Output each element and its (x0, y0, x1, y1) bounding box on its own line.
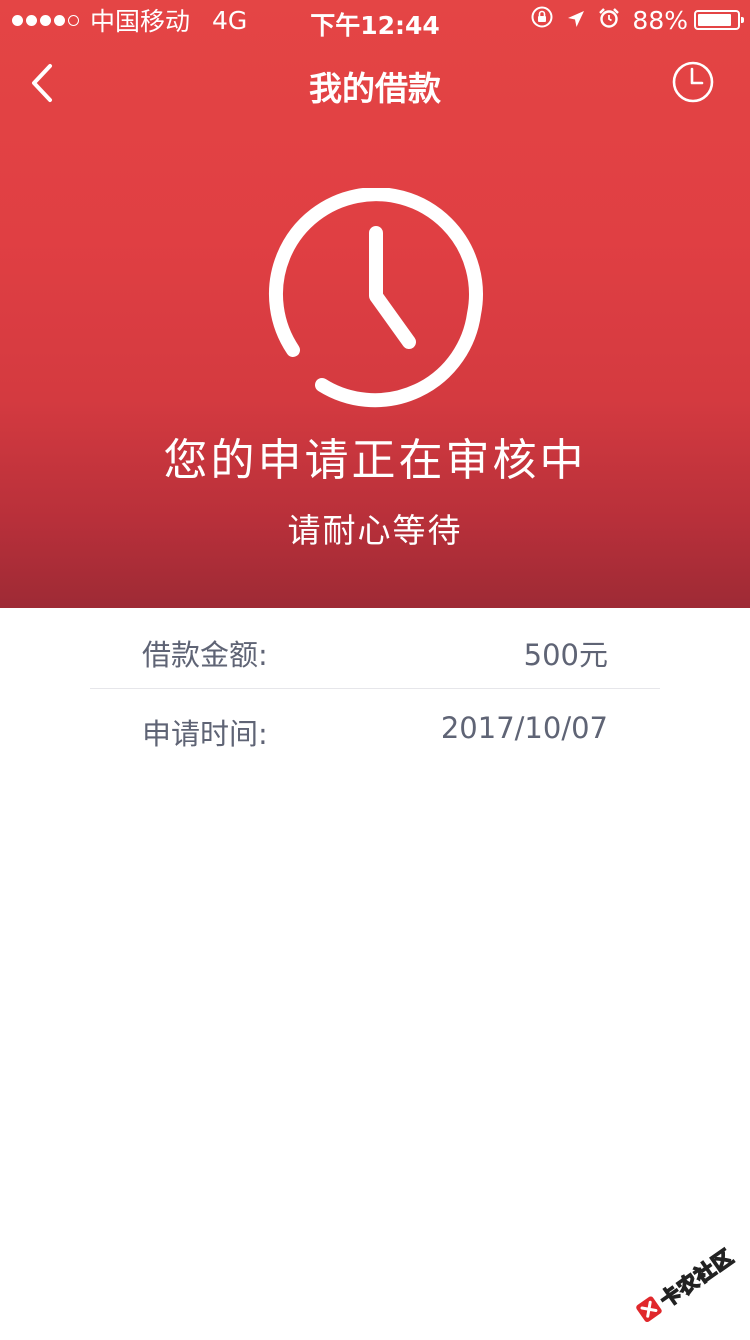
history-button[interactable] (670, 59, 716, 105)
amount-value: 500元 (523, 638, 608, 672)
header-background: 中国移动 4G 下午12:44 88% 我的借款 您的申请正在审核中 请耐心等待 (0, 0, 750, 608)
location-arrow-icon (566, 6, 586, 35)
alarm-icon (598, 6, 620, 35)
time-row: 申请时间: 2017/10/07 (90, 689, 660, 849)
watermark-text: 卡农社区 (654, 1243, 738, 1312)
amount-label: 借款金额: (142, 638, 268, 672)
navigation-bar: 我的借款 (0, 40, 750, 128)
review-status-subtitle: 请耐心等待 (287, 511, 463, 550)
time-value: 2017/10/07 (440, 711, 608, 745)
amount-row: 借款金额: 500元 (90, 608, 660, 689)
battery-percent: 88% (632, 5, 688, 35)
pending-clock-icon (266, 187, 486, 408)
status-bar: 中国移动 4G 下午12:44 88% (0, 0, 750, 40)
page-title: 我的借款 (309, 69, 441, 108)
battery-tip (741, 17, 744, 23)
battery-icon (694, 10, 744, 30)
status-bar-right: 88% (530, 5, 744, 35)
clock-icon (672, 61, 714, 103)
time-label: 申请时间: (142, 717, 268, 751)
watermark-logo: 卡农社区 (623, 1228, 748, 1340)
loan-details: 借款金额: 500元 申请时间: 2017/10/07 (90, 608, 660, 849)
battery-fill (698, 14, 731, 26)
orientation-lock-icon (530, 5, 554, 35)
review-status-title: 您的申请正在审核中 (163, 435, 587, 486)
